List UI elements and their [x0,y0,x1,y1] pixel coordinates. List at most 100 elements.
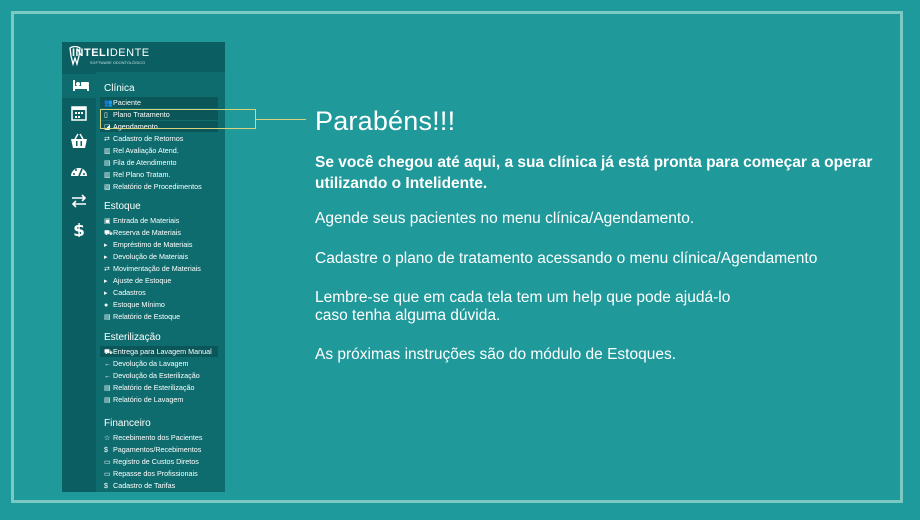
calendar-icon [70,105,88,124]
section-title-0: Clínica [104,83,135,94]
instruction-schedule: Agende seus pacientes no menu clínica/Ag… [315,210,695,227]
menu-item-label: Entrega para Lavagem Manual [113,347,212,356]
caret-right-icon: ▸ [104,242,108,249]
dollar-icon: $ [104,447,108,454]
logo-tagline: SOFTWARE ODONTOLÓGICO [90,61,146,65]
chart-icon: ▥ [104,172,111,179]
menu-item-label: Empréstimo de Materiais [113,240,193,249]
basket-icon: ⛟ [104,230,113,237]
menu-item[interactable]: ← Devolução da Esterilização [100,370,218,381]
menu-item-label: Estoque Mínimo [113,300,165,309]
bar-chart-icon: ▥ [104,148,111,155]
menu-item[interactable]: ⇄ Cadastro de Retornos [100,133,218,144]
menu-item[interactable]: ← Devolução da Lavagem [100,358,218,369]
menu-item-label: Relatório de Estoque [113,312,181,321]
menu-item-label: Relatório de Esterilização [113,383,195,392]
logo-text: INTELIDENTE [72,47,150,59]
caret-right-icon: ▸ [104,254,108,261]
menu-item-label: Cadastros [113,288,146,297]
menu-item[interactable]: ⛟Reserva de Materiais [100,227,218,238]
menu-item[interactable]: ⛟Entrega para Lavagem Manual [100,346,218,357]
basket-icon [70,133,88,152]
section-title-3: Financeiro [104,418,151,429]
menu-item[interactable]: ▤ Relatório de Esterilização [100,382,218,393]
menu-item[interactable]: ▥ Rel Plano Tratam. [100,169,218,180]
rail-dollar-button[interactable]: $ [62,218,96,242]
menu-item[interactable]: ▤ Relatório de Estoque [100,311,218,322]
menu-item-label: Reserva de Materiais [113,228,181,237]
rail-calendar-button[interactable] [62,102,96,126]
bed-icon [72,77,90,96]
dollar-icon: $ [70,221,88,241]
dollar-icon: $ [104,483,108,490]
arrow-left-icon: ← [104,373,111,380]
exchange-icon [70,193,88,212]
instruction-help-line2: caso tenha alguma dúvida. [315,307,501,324]
rail-basket-button[interactable] [62,130,96,154]
menu-item-label: Devolução da Esterilização [113,371,200,380]
menu-item-label: Movimentação de Materiais [113,264,201,273]
menu-item-label: Entrada de Materiais [113,216,180,225]
copy-icon: ▤ [104,160,111,167]
menu-item-label: Cadastro de Tarifas [113,481,176,490]
menu-item-label: Repasse dos Profissionais [113,469,198,478]
menu-item-label: Relatório de Procedimentos [113,182,202,191]
menu-item-label: Devolução da Lavagem [113,359,189,368]
menu-item[interactable]: $ Cadastro de Tarifas [100,480,218,491]
instruction-next: As próximas instruções são do módulo de … [315,346,676,363]
report-icon: ▤ [104,385,111,392]
instruction-help: Lembre-se que em cada tela tem um help q… [315,289,895,325]
menu-item-label: Ajuste de Estoque [113,276,172,285]
truck-icon: ⛟ [104,349,113,356]
menu-item-label: Pagamentos/Recebimentos [113,445,202,454]
save-icon: ▣ [104,218,111,225]
star-icon: ☆ [104,435,111,442]
exchange-icon: ⇄ [104,136,110,143]
instruction-treatment-plan: Cadastre o plano de tratamento acessando… [315,250,818,267]
menu-item[interactable]: ● Estoque Mínimo [100,299,218,310]
menu-item-label: Devolução de Materiais [113,252,189,261]
menu-item[interactable]: ▭ Registro de Custos Diretos [100,456,218,467]
report-icon: ▤ [104,314,111,321]
menu-item[interactable]: $ Pagamentos/Recebimentos [100,444,218,455]
caret-right-icon: ▸ [104,278,108,285]
caret-right-icon: ▸ [104,290,108,297]
callout-connector [256,119,306,120]
alert-icon: ● [104,302,109,309]
menu-item[interactable]: ▧ Relatório de Procedimentos [100,181,218,192]
lead-text: Se você chegou até aqui, a sua clínica j… [315,154,873,192]
menu-item[interactable]: ▸ Empréstimo de Materiais [100,239,218,250]
highlight-callout [100,109,256,129]
menu-item[interactable]: ▭ Repasse dos Profissionais [100,468,218,479]
rail-exchange-button[interactable] [62,190,96,214]
menu-item[interactable]: ▣ Entrada de Materiais [100,215,218,226]
section-title-2: Esterilização [104,332,161,343]
page-title: Parabéns!!! [315,106,456,136]
menu-item[interactable]: ▸ Cadastros [100,287,218,298]
menu-item-label: Relatório de Lavagem [113,395,184,404]
menu-item-label: Recebimento dos Pacientes [113,433,203,442]
menu-item[interactable]: ▤ Relatório de Lavagem [100,394,218,405]
logo-bar: INTELIDENTE SOFTWARE ODONTOLÓGICO [62,42,225,72]
menu-item-label: Rel Avaliação Atend. [113,146,179,155]
menu-item[interactable]: ▸ Ajuste de Estoque [100,275,218,286]
section-title-1: Estoque [104,201,141,212]
menu-item-label: Rel Plano Tratam. [113,170,171,179]
menu-item[interactable]: ⇄ Movimentação de Materiais [100,263,218,274]
arrow-left-icon: ← [104,361,111,368]
menu-item[interactable]: ▤ Fila de Atendimento [100,157,218,168]
rail-dashboard-button[interactable] [62,160,96,184]
dashboard-icon [70,163,88,182]
svg-text:$: $ [73,221,85,237]
menu-item-label: Fila de Atendimento [113,158,177,167]
money-icon: ▭ [104,471,111,478]
report-icon: ▧ [104,184,111,191]
users-icon: 👥 [104,100,113,107]
rail-bed-button[interactable] [62,74,100,98]
menu-item[interactable]: ☆ Recebimento dos Pacientes [100,432,218,443]
menu-item[interactable]: ▥ Rel Avaliação Atend. [100,145,218,156]
menu-item[interactable]: ▸ Devolução de Materiais [100,251,218,262]
menu-item-label: Paciente [113,98,141,107]
menu-item[interactable]: 👥Paciente [100,97,218,108]
exchange-icon: ⇄ [104,266,110,273]
